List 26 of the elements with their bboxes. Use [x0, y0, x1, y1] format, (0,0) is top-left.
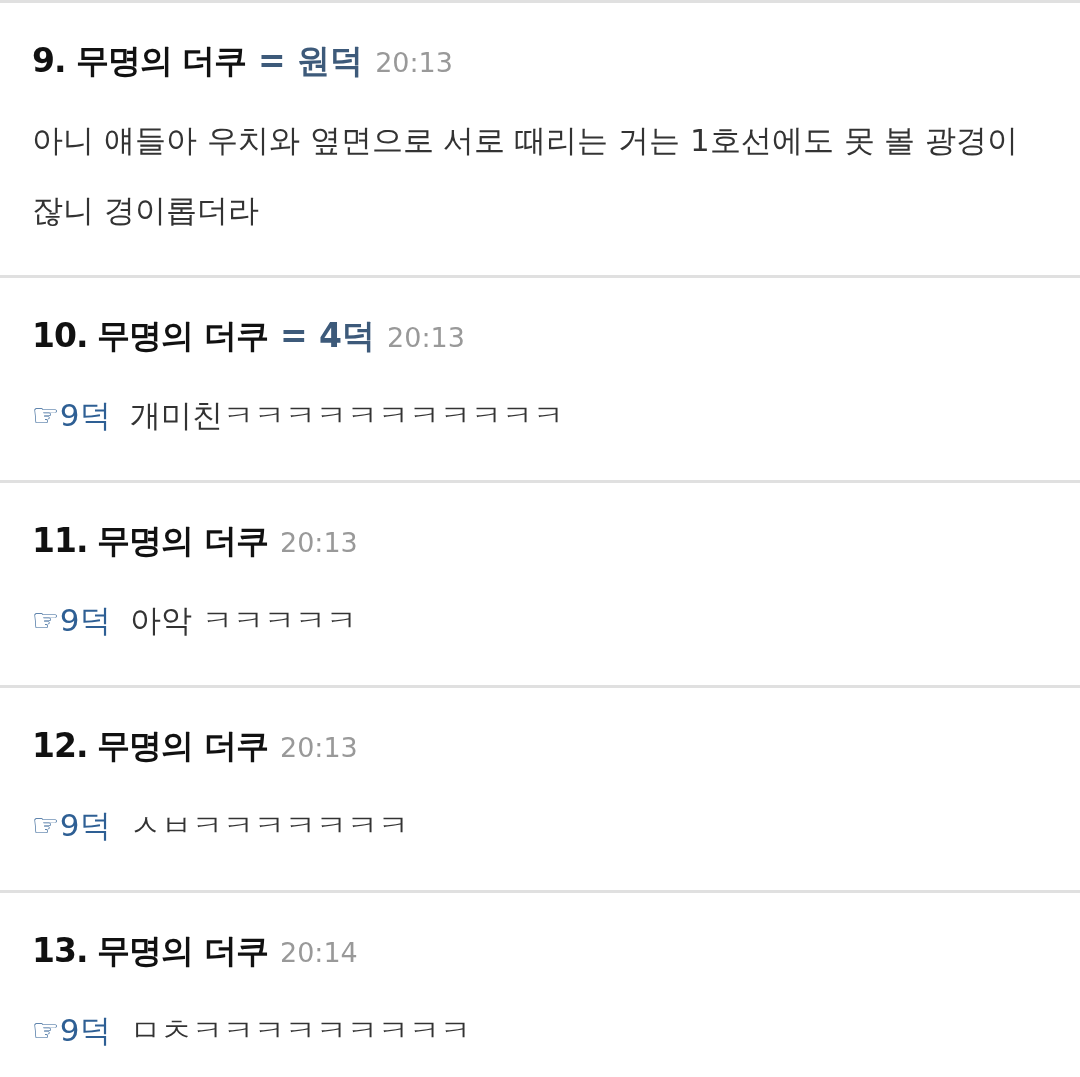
comment-author: 무명의 더쿠: [97, 930, 268, 972]
comment-text: ㅁㅊㅋㅋㅋㅋㅋㅋㅋㅋㅋ: [130, 1012, 472, 1048]
author-tag: = 원덕: [258, 39, 364, 84]
comment-text: 개미친ㅋㅋㅋㅋㅋㅋㅋㅋㅋㅋㅋ: [130, 397, 565, 433]
comment-text: ㅅㅂㅋㅋㅋㅋㅋㅋㅋ: [130, 807, 410, 843]
comment-number: 12.: [32, 726, 88, 765]
comment-author: 무명의 더쿠: [97, 725, 268, 767]
comment-time: 20:13: [375, 47, 453, 78]
comment-time: 20:13: [279, 527, 358, 558]
comment-time: 20:14: [279, 937, 358, 968]
reply-link[interactable]: ☞9덕: [32, 807, 111, 843]
comment-time: 20:13: [387, 322, 465, 353]
reply-link[interactable]: ☞9덕: [32, 397, 111, 433]
comment-time: 20:13: [279, 732, 358, 763]
comment-number: 10.: [32, 316, 88, 355]
comment-text: 아악 ㅋㅋㅋㅋㅋ: [130, 602, 358, 638]
author-tag: = 4덕: [279, 314, 376, 359]
comment-number: 9.: [32, 41, 66, 80]
comment-number: 13.: [32, 931, 88, 970]
comment-author: 무명의 더쿠: [97, 315, 268, 357]
comment-author: 무명의 더쿠: [97, 520, 268, 562]
comment-text: 아니 얘들아 우치와 옆면으로 서로 때리는 거는 1호선에도 못 볼 광경이잖니 경이롭더라: [32, 122, 1019, 228]
comment-author: 무명의 더쿠: [75, 40, 246, 82]
comment-number: 11.: [32, 521, 88, 560]
reply-link[interactable]: ☞9덕: [32, 1012, 111, 1048]
reply-link[interactable]: ☞9덕: [32, 602, 111, 638]
